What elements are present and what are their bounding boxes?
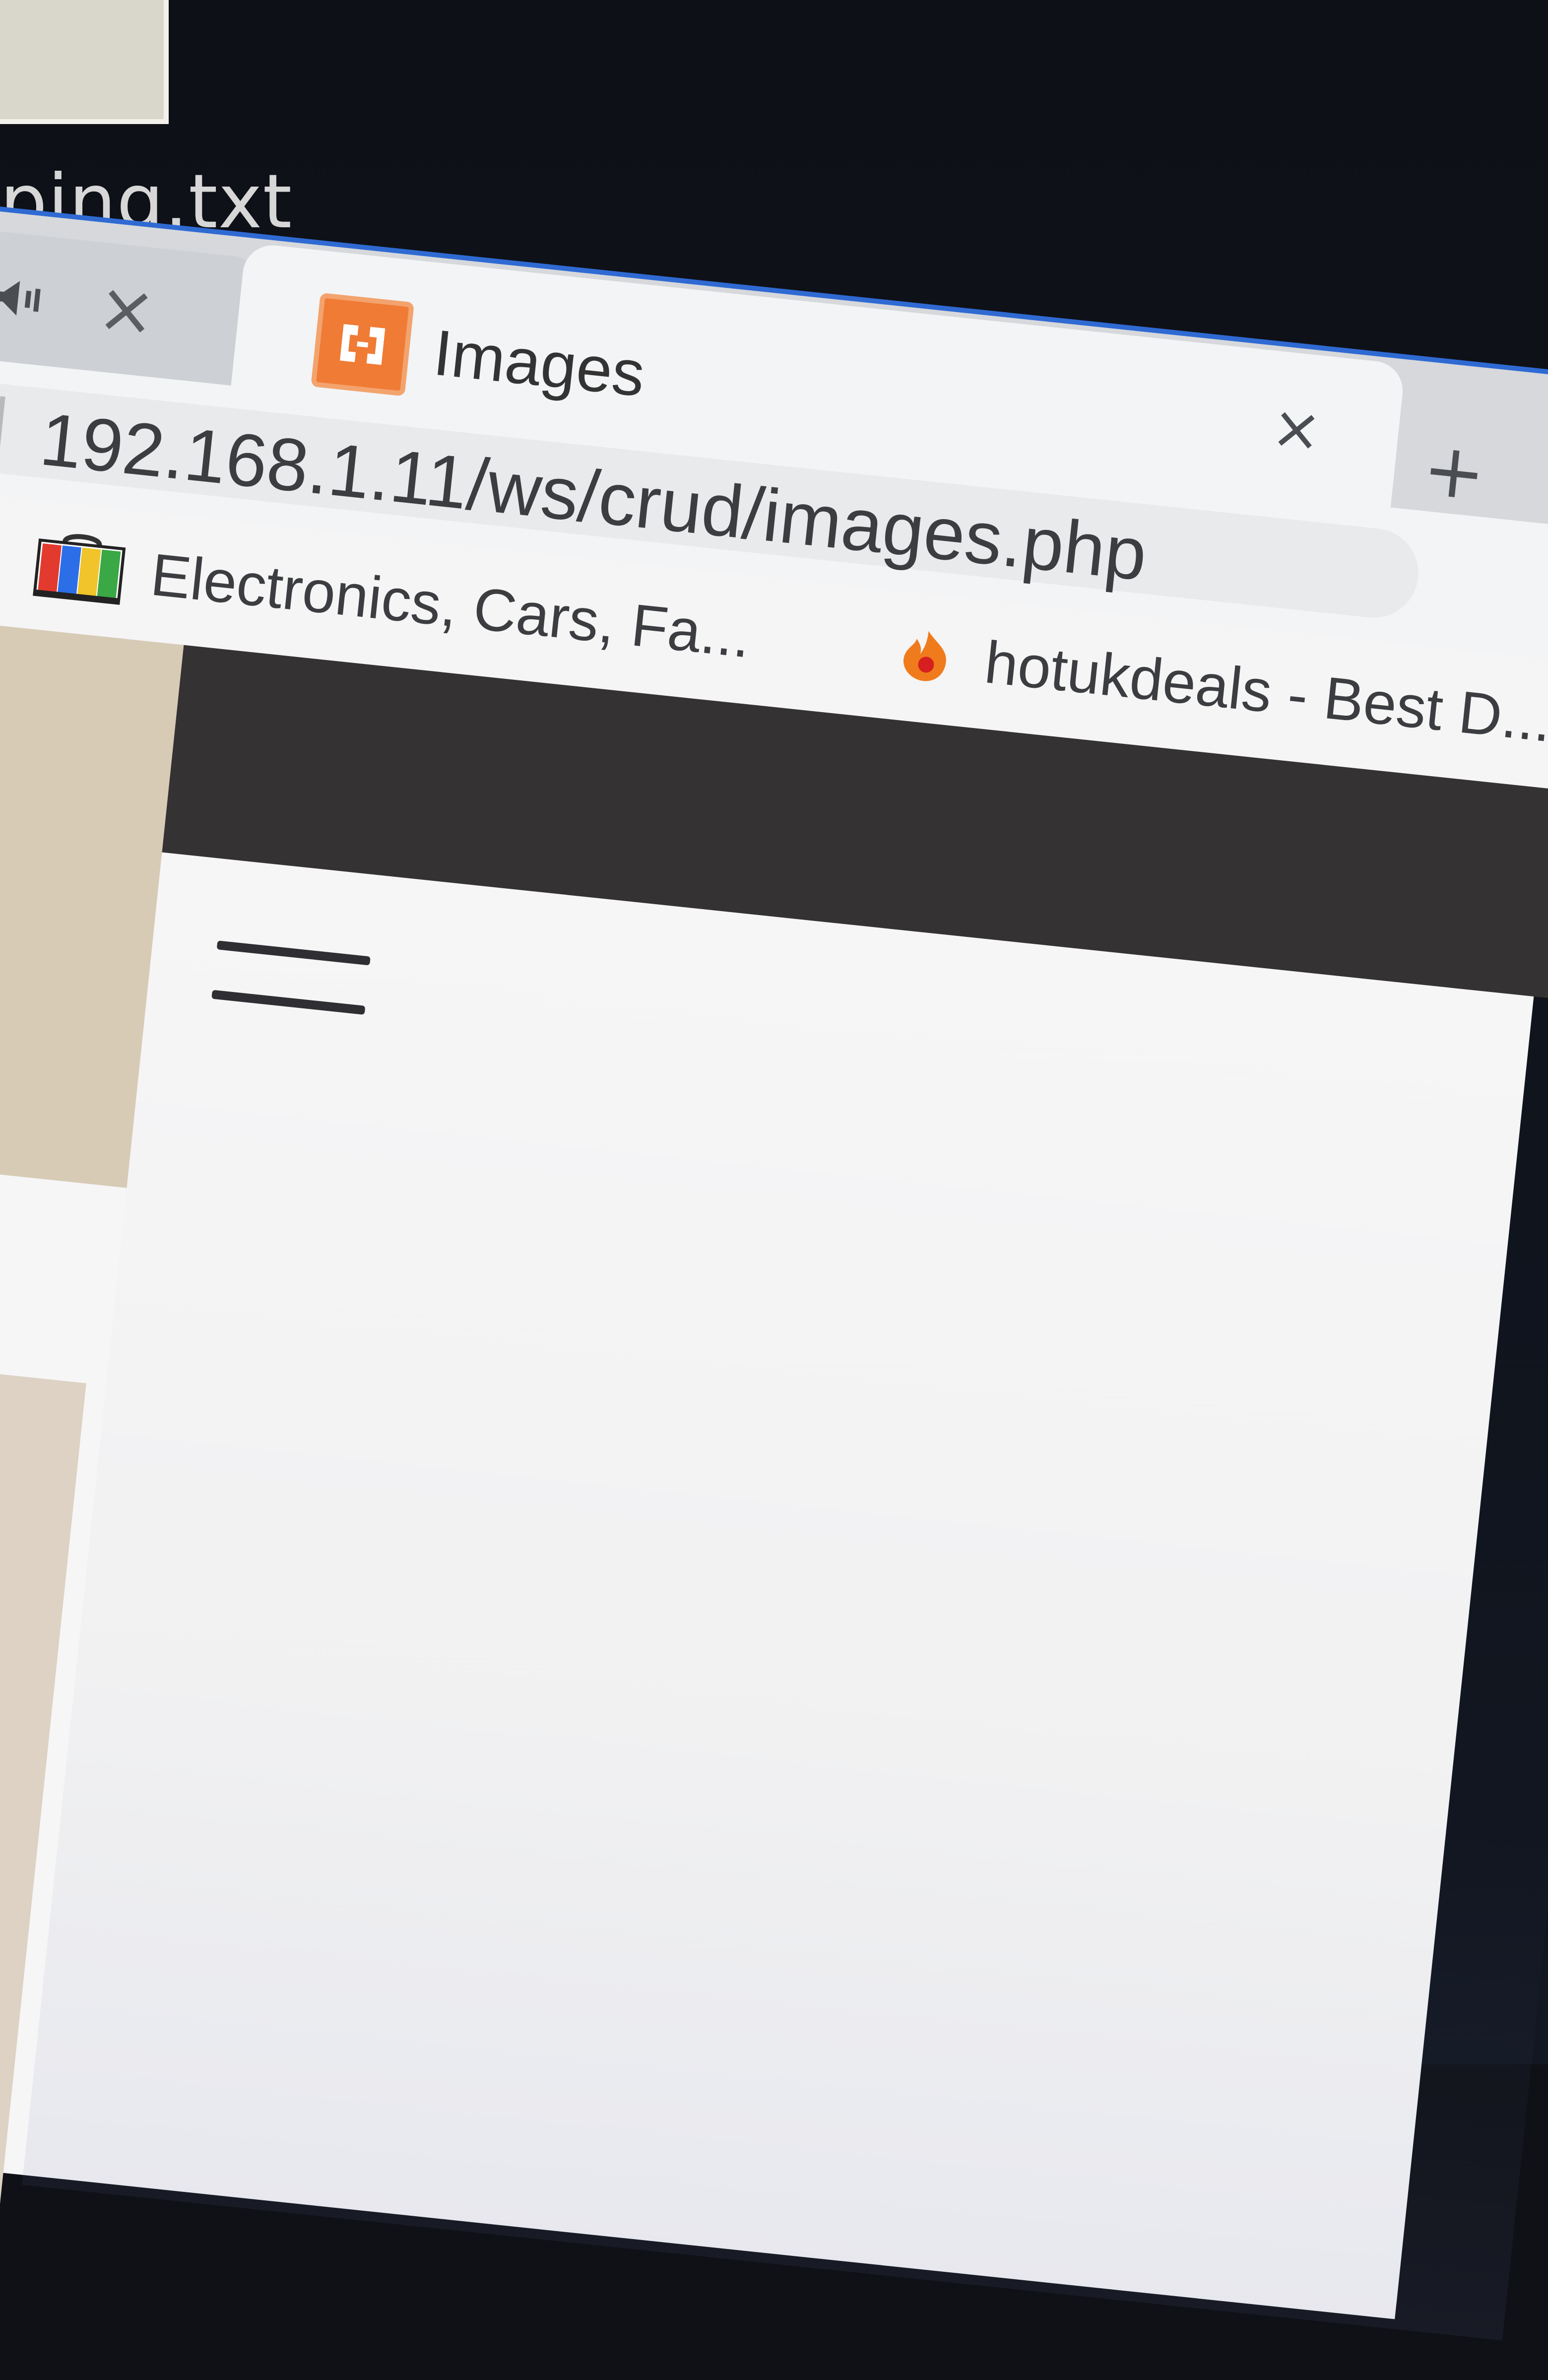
page-viewport: < e (0, 618, 1548, 2341)
flame-icon (888, 622, 964, 689)
tab-close-icon[interactable]: × (1261, 392, 1332, 466)
address-divider (0, 396, 5, 461)
desktop-thumbnail[interactable] (0, 0, 169, 124)
browser-window: × Images × + e 192.168.1.11/ws/crud/imag… (0, 208, 1548, 2341)
hamburger-line (216, 940, 371, 966)
xampp-favicon-icon (311, 292, 415, 397)
tab-title: Images (430, 316, 648, 410)
sidebar-panel: < e (0, 618, 184, 1188)
sidebar-lower-panel (0, 1358, 86, 2223)
tab-previous[interactable]: × (0, 226, 255, 387)
shopping-bag-icon (29, 525, 130, 609)
content-area (22, 852, 1548, 2341)
new-tab-button[interactable]: + (1416, 425, 1492, 518)
close-icon[interactable]: × (94, 266, 160, 352)
sidebar-chevron[interactable]: < (0, 692, 10, 828)
hamburger-icon[interactable] (209, 928, 377, 1033)
hamburger-line (211, 990, 366, 1015)
audio-icon[interactable] (0, 273, 48, 324)
